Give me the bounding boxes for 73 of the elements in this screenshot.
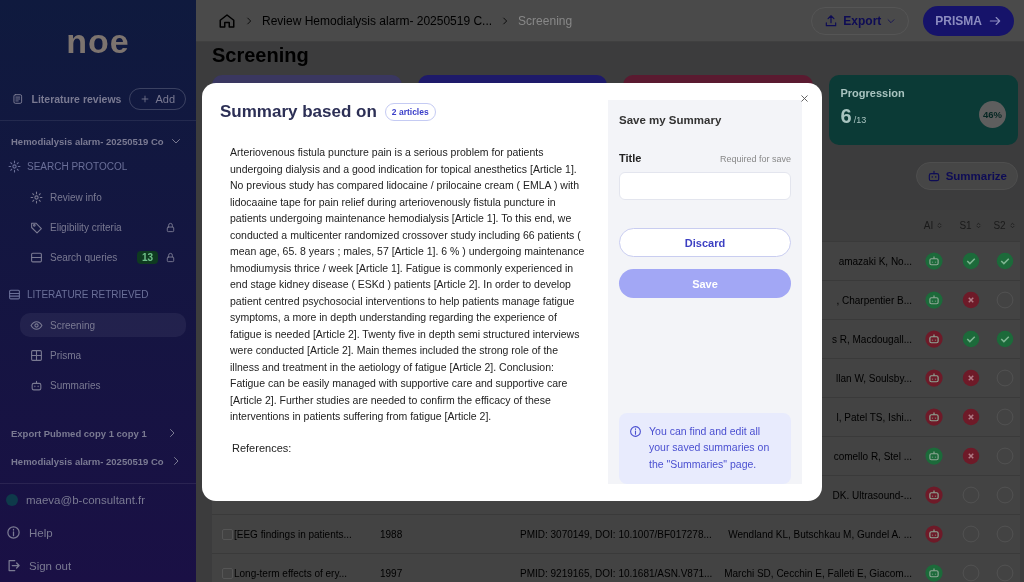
count-badge: 13: [136, 250, 158, 264]
info-icon: [629, 424, 642, 438]
section-label: Literature reviews: [31, 93, 122, 105]
logo: noe: [66, 21, 130, 61]
breadcrumb-link[interactable]: Review Hemodialysis alarm- 20250519 C...: [262, 13, 493, 28]
eye-icon: [30, 318, 43, 332]
nav-item[interactable]: Review info: [20, 185, 186, 209]
card-value: 6: [840, 105, 852, 128]
home-icon: [218, 11, 236, 30]
field-hint: Required for save: [719, 154, 791, 164]
table-cell-text: [EEG findings in patients...: [234, 528, 353, 540]
close-button[interactable]: [799, 93, 810, 104]
summary-text: Arteriovenous fistula puncture pain is a serious problem for patients undergoing dialysis and a good indication for topical anesthetics [Article 1]. No previous study has compared lidocaine / prilocaine cream ( EMLA ) with lidocaaine tape for pain relief during arteriovenously fistula puncture in patients undergoing maintenance hemodialysis [Article 1]. To this end, we conducted a multicenter randomized crossover study including 66 patients ( mean age, 65. 8 years ; males, 57 [Article 1]. 6 % ) undergoing maintenance hmodiumysis thrice / week [Article 1]. Fatigue is commonly experienced in end stage kidney disease ( ESKd ) patients [Article 2]. In order to develop patient centred psychosocial interventions to help patients manage fatigue symptoms, a more in depth understanding regarding the experience of fatigue is needed [Article 2]. Twenty five in depth semi structured interviews were conducted [Article 2]. Main themes included the strong role of the illness and treatment in the aetiology of fatigue [Article 2]. Conclusion: Fatigue can be easily managed with supportive care and supportive care [Article 2]. Further studies are needed to confirm the efficacy of these interventions in patients suffering from fatigue [Article 2].: [230, 145, 586, 424]
table-cell-text: 1988: [380, 528, 404, 540]
chevron-right-icon: [244, 15, 254, 26]
panel-title: Save my Summary: [619, 114, 723, 126]
plus-icon: [140, 94, 151, 104]
table-icon: [8, 287, 21, 301]
robot-icon: [926, 169, 941, 183]
sort-icon: [935, 221, 945, 230]
sort-icon: [973, 221, 983, 230]
close-icon: [799, 93, 810, 104]
nav-item[interactable]: Search queries 13: [20, 245, 186, 269]
nav-item[interactable]: Screening: [20, 313, 186, 337]
table-cell-text: comello R, Stel ...: [833, 450, 913, 462]
nav-item[interactable]: Eligibility criteria: [20, 215, 186, 239]
prisma-button[interactable]: PRISMA: [923, 5, 1014, 36]
card-total: /13: [853, 115, 867, 125]
gear-icon: [30, 190, 43, 204]
sort-icon: [1007, 221, 1017, 230]
table-cell-text: PMID: 9219165, DOI: 10.1681/ASN.V871...: [520, 567, 714, 579]
user-email: maeva@b-consultant.fr: [26, 494, 146, 506]
table-cell-text: 1997: [380, 567, 404, 579]
avatar-icon: [6, 494, 18, 506]
info-text: You can find and edit all your saved summaries on the "Summaries" page.: [649, 423, 771, 472]
tray-icon: [30, 250, 43, 264]
sign-out-icon: [6, 558, 21, 573]
review-item[interactable]: Hemodialysis alarm- 20250519 Co: [0, 127, 196, 155]
card-label: Progression: [840, 87, 905, 99]
gear-icon: [8, 159, 21, 173]
lock-icon: [165, 221, 176, 233]
nav-item[interactable]: Prisma: [20, 343, 186, 367]
breadcrumb-current: Screening: [518, 13, 573, 28]
nav-link[interactable]: Sign out: [0, 549, 196, 582]
discard-button[interactable]: Discard: [619, 228, 791, 257]
table-cell-text: Marchi SD, Cecchin E, Falleti E, Giacom...: [724, 567, 913, 579]
table-cell-text: PMID: 3070149, DOI: 10.1007/BF017278...: [520, 528, 713, 540]
table-cell-text: s R, Macdougall...: [831, 333, 913, 345]
review-item[interactable]: Export Pubmed copy 1 copy 1: [0, 419, 196, 447]
section-heading: SEARCH PROTOCOL: [27, 160, 128, 172]
section-heading: LITERATURE RETRIEVED: [27, 288, 149, 300]
tag-icon: [30, 220, 43, 234]
page-title: Screening: [212, 43, 309, 67]
help-icon: [6, 525, 21, 540]
table-cell-text: Wendland KL, Butschkau M, Gundel A. ...: [728, 528, 913, 540]
table-cell-text: Long-term effects of ery...: [234, 567, 348, 579]
table-cell-text: DK. Ultrasound-...: [832, 489, 913, 501]
robot-icon: [30, 378, 43, 392]
lock-icon: [165, 251, 176, 263]
field-label: Title: [619, 152, 642, 164]
table-cell-text: , Charpentier B...: [836, 294, 913, 306]
title-field[interactable]: [619, 172, 791, 200]
upload-icon: [824, 13, 839, 28]
percent-badge: 46%: [979, 101, 1006, 128]
nav-link[interactable]: Help: [0, 516, 196, 549]
nav-item[interactable]: Summaries: [20, 373, 186, 397]
table-cell-text: llan W, Soulsby...: [836, 372, 913, 384]
table-cell-text: amazaki K, No...: [838, 255, 913, 267]
references-heading: References:: [232, 441, 293, 454]
grid-icon: [30, 348, 43, 362]
book-icon: [12, 91, 24, 107]
review-item[interactable]: Hemodialysis alarm- 20250519 Co: [0, 447, 196, 475]
dialog-title: Summary based on: [220, 102, 377, 122]
